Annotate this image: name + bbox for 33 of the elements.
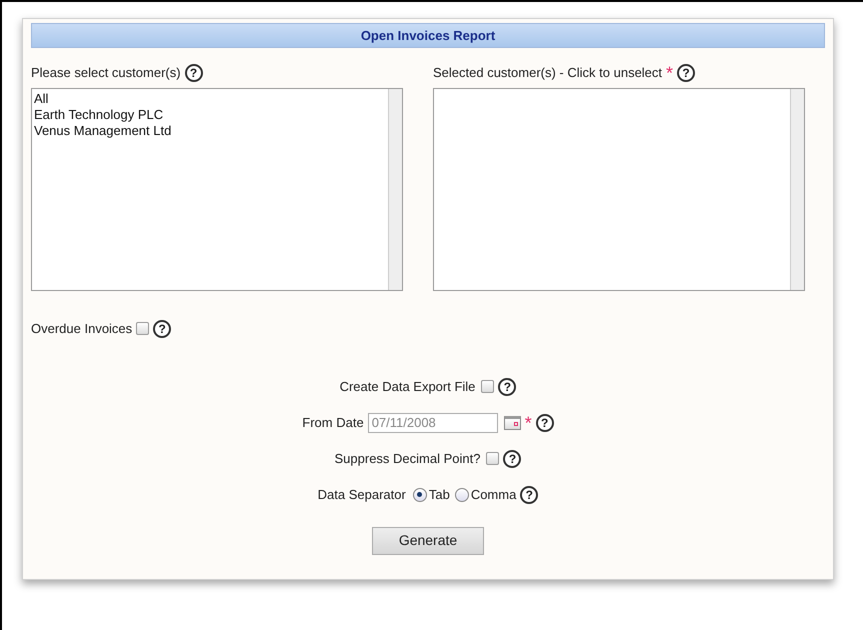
radio-button[interactable] bbox=[454, 488, 469, 502]
field-label: Suppress Decimal Point? bbox=[334, 450, 480, 468]
report-title: Open Invoices Report bbox=[360, 26, 496, 45]
help-icon[interactable]: ? bbox=[536, 414, 554, 432]
help-icon[interactable]: ? bbox=[503, 450, 522, 468]
list-option[interactable]: Venus Management Ltd bbox=[34, 123, 388, 139]
radio-label: Tab bbox=[428, 486, 450, 504]
field-label: Please select customer(s) bbox=[31, 64, 181, 82]
help-icon[interactable]: ? bbox=[498, 378, 516, 396]
required-mark: * bbox=[524, 414, 532, 432]
date-field[interactable]: 07/11/2008 bbox=[368, 412, 498, 432]
checkbox[interactable] bbox=[481, 380, 494, 393]
checkbox[interactable] bbox=[136, 322, 150, 336]
radio-label: Comma bbox=[470, 486, 516, 504]
radio-button[interactable] bbox=[412, 488, 427, 502]
field-label: Data Separator bbox=[318, 486, 406, 504]
scrollbar[interactable] bbox=[388, 89, 402, 290]
generate-button[interactable]: Generate bbox=[372, 526, 484, 554]
help-icon[interactable]: ? bbox=[184, 64, 203, 82]
checkbox[interactable] bbox=[486, 452, 500, 465]
help-icon[interactable]: ? bbox=[677, 64, 696, 82]
scrollbar[interactable] bbox=[790, 89, 804, 290]
customer-list[interactable]: All Earth Technology PLC Venus Management Ltd bbox=[31, 88, 403, 291]
required-mark: * bbox=[666, 64, 674, 82]
help-icon[interactable]: ? bbox=[153, 320, 172, 338]
help-icon[interactable]: ? bbox=[520, 486, 538, 504]
field-label: Selected customer(s) - Click to unselect bbox=[433, 64, 662, 82]
calendar-icon[interactable] bbox=[504, 416, 521, 430]
list-option[interactable]: Earth Technology PLC bbox=[34, 107, 388, 123]
field-label: From Date bbox=[302, 414, 364, 432]
field-label: Overdue Invoices bbox=[31, 320, 132, 338]
field-label: Create Data Export File bbox=[340, 378, 476, 396]
list-option[interactable]: All bbox=[34, 91, 388, 107]
